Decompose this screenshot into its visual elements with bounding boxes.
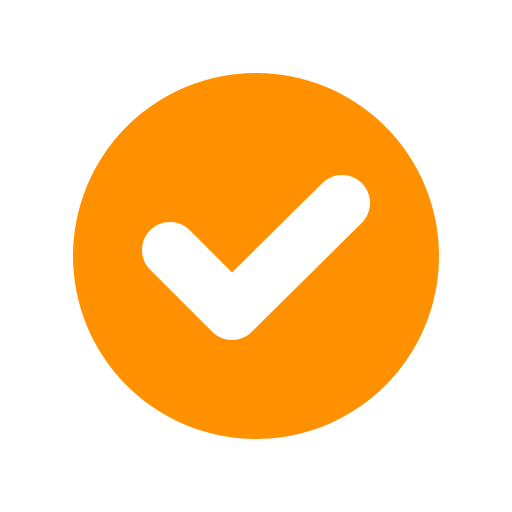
check-circle-icon: [0, 0, 512, 512]
icon-canvas: [0, 0, 512, 512]
check-circle-svg: [73, 73, 439, 439]
